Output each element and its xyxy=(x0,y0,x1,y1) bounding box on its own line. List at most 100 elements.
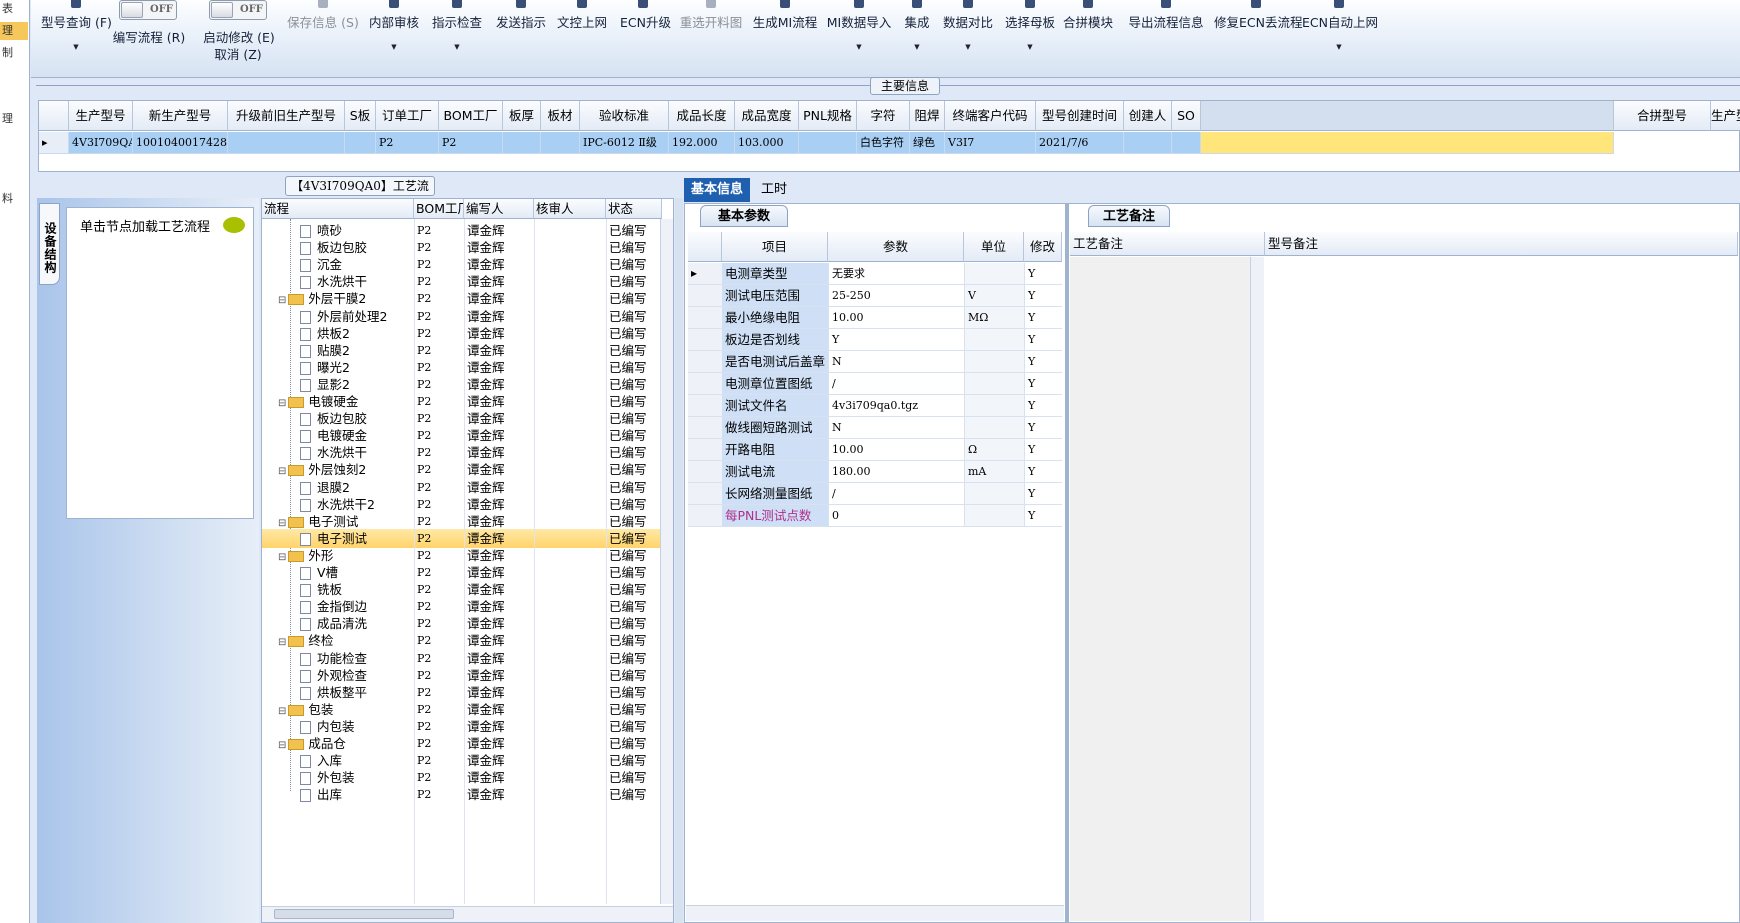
toolbar-button[interactable]: 文控上网 xyxy=(556,0,608,74)
tab-work-hours[interactable]: 工时 xyxy=(754,178,794,202)
toolbar-button[interactable]: 生成MI流程 xyxy=(749,0,821,74)
toolbar-button[interactable]: 选择母板 ▼ xyxy=(1003,0,1057,74)
column-header[interactable]: 成品长度 xyxy=(669,101,735,131)
tree-expander-icon[interactable]: ⊟ xyxy=(278,552,286,563)
flow-vertical-scrollbar[interactable] xyxy=(660,219,673,904)
flow-column-header[interactable]: 流程 xyxy=(262,199,414,219)
column-header[interactable]: BOM工厂 xyxy=(439,101,503,131)
tree-expander-icon[interactable]: ⊟ xyxy=(278,398,286,409)
column-header[interactable]: 生产型号 xyxy=(69,101,133,131)
column-header[interactable]: PNL规格 xyxy=(799,101,857,131)
param-row[interactable]: 开路电阻 10.00 Ω Y xyxy=(688,439,1062,461)
table-cell[interactable] xyxy=(799,132,857,153)
table-cell[interactable] xyxy=(503,132,541,153)
start-modify-label[interactable]: 启动修改 (E) xyxy=(197,27,281,45)
toolbar-button[interactable]: MI数据导入 ▼ xyxy=(826,0,892,74)
param-row[interactable]: 测试电压范围 25-250 V Y xyxy=(688,285,1062,307)
column-header[interactable]: S板 xyxy=(345,101,376,131)
tab-equipment-structure[interactable]: 设备结构 xyxy=(39,203,60,285)
column-header[interactable]: 合拼型号 xyxy=(1614,101,1711,131)
table-cell[interactable]: P2 xyxy=(439,132,503,153)
table-cell[interactable]: 10010400174284 xyxy=(133,132,228,153)
param-row[interactable]: 最小绝缘电阻 10.00 MΩ Y xyxy=(688,307,1062,329)
column-header[interactable]: 验收标准 xyxy=(580,101,669,131)
left-nav-item[interactable]: 制 xyxy=(0,44,28,62)
flow-column-header[interactable]: 编写人 xyxy=(464,199,534,219)
tab-basic-params[interactable]: 基本参数 xyxy=(700,205,788,227)
param-row[interactable]: 是否电测试后盖章 N Y xyxy=(688,351,1062,373)
flow-column-header[interactable]: 状态 xyxy=(606,199,662,219)
column-header[interactable]: 板厚 xyxy=(503,101,541,131)
param-value[interactable]: N xyxy=(828,351,964,372)
toolbar-button[interactable]: 合拼模块 xyxy=(1061,0,1115,74)
column-header[interactable]: 生产型号 xyxy=(1711,101,1740,131)
param-value[interactable]: 10.00 xyxy=(828,307,964,328)
param-row[interactable]: 测试文件名 4v3i709qa0.tgz Y xyxy=(688,395,1062,417)
table-cell[interactable] xyxy=(541,132,580,153)
param-value[interactable]: Y xyxy=(828,329,964,350)
tree-expander-icon[interactable]: ⊟ xyxy=(278,518,286,529)
param-row[interactable]: 板边是否划线 Y Y xyxy=(688,329,1062,351)
chevron-down-icon[interactable]: ▼ xyxy=(902,43,932,51)
param-value[interactable]: 25-250 xyxy=(828,285,964,306)
param-row[interactable]: ▸ 电测章类型 无要求 Y xyxy=(688,263,1062,285)
chevron-down-icon[interactable]: ▼ xyxy=(430,43,484,51)
tree-expander-icon[interactable]: ⊟ xyxy=(278,637,286,648)
param-column-header[interactable]: 参数 xyxy=(828,232,964,262)
column-header[interactable]: SO xyxy=(1172,101,1201,131)
param-value[interactable]: 4v3i709qa0.tgz xyxy=(828,395,964,416)
param-value[interactable]: / xyxy=(828,373,964,394)
table-cell[interactable]: 103.000 xyxy=(735,132,799,153)
tab-process-notes[interactable]: 工艺备注 xyxy=(1088,205,1170,227)
tree-expander-icon[interactable]: ⊟ xyxy=(278,706,286,717)
table-cell[interactable] xyxy=(1124,132,1172,153)
scroll-thumb[interactable] xyxy=(274,909,454,919)
left-nav-item[interactable]: 理 xyxy=(0,110,28,128)
toolbar-button[interactable]: 集成 ▼ xyxy=(902,0,932,74)
param-row[interactable]: 做线圈短路测试 N Y xyxy=(688,417,1062,439)
start-modify-toggle[interactable]: OFF xyxy=(209,0,267,20)
toolbar-button[interactable]: 数据对比 ▼ xyxy=(941,0,995,74)
edit-flow-label[interactable]: 编写流程 (R) xyxy=(107,27,191,45)
cancel-button[interactable]: 取消 (Z) xyxy=(203,44,273,62)
table-cell[interactable]: 192.000 xyxy=(669,132,735,153)
tree-expander-icon[interactable]: ⊟ xyxy=(278,466,286,477)
flow-column-header[interactable]: 核审人 xyxy=(534,199,606,219)
column-header[interactable]: 订单工厂 xyxy=(376,101,439,131)
table-cell[interactable]: 白色字符 xyxy=(857,132,910,153)
param-value[interactable]: 180.00 xyxy=(828,461,964,482)
chevron-down-icon[interactable]: ▼ xyxy=(41,43,111,51)
table-cell[interactable]: 绿色 xyxy=(910,132,945,153)
flow-column-header[interactable]: BOM工厂 xyxy=(414,199,464,219)
param-row[interactable]: 每PNL测试点数 0 Y xyxy=(688,505,1062,527)
toolbar-button[interactable]: 导出流程信息 xyxy=(1127,0,1205,74)
table-cell[interactable]: P2 xyxy=(376,132,439,153)
column-header[interactable]: 型号创建时间 xyxy=(1036,101,1124,131)
param-column-header[interactable]: 项目 xyxy=(722,232,828,262)
load-flow-hint-box[interactable]: 单击节点加载工艺流程 xyxy=(66,207,254,519)
table-cell[interactable] xyxy=(1172,132,1201,153)
toolbar-button[interactable]: 内部审核 ▼ xyxy=(367,0,421,74)
column-header[interactable]: 板材 xyxy=(541,101,580,131)
toolbar-button[interactable]: ECN自动上网 ▼ xyxy=(1302,0,1378,74)
splitter-handle[interactable] xyxy=(675,198,683,923)
column-header[interactable]: 成品宽度 xyxy=(735,101,799,131)
table-cell[interactable] xyxy=(345,132,376,153)
table-cell[interactable]: 4V3I709QA0 xyxy=(69,132,133,153)
param-value[interactable]: 无要求 xyxy=(828,263,964,284)
column-header[interactable]: 阻焊 xyxy=(910,101,945,131)
toolbar-button[interactable]: 修复ECN丢流程 xyxy=(1214,0,1302,74)
param-value[interactable]: N xyxy=(828,417,964,438)
left-nav-item[interactable]: 表 xyxy=(0,0,28,18)
left-nav-item[interactable]: 理 xyxy=(0,22,28,40)
table-cell[interactable]: IPC-6012 Ⅱ级 xyxy=(580,132,669,153)
notes-column-header[interactable]: 型号备注 xyxy=(1265,232,1738,256)
param-value[interactable]: / xyxy=(828,483,964,504)
toolbar-button[interactable]: 指示检查 ▼ xyxy=(430,0,484,74)
edit-flow-toggle[interactable]: OFF xyxy=(119,0,177,20)
param-value[interactable]: 10.00 xyxy=(828,439,964,460)
toolbar-button[interactable]: 发送指示 xyxy=(494,0,548,74)
tab-basic-info[interactable]: 基本信息 xyxy=(684,178,751,202)
left-nav-item[interactable]: 料 xyxy=(0,190,28,208)
param-row[interactable]: 长网络测量图纸 / Y xyxy=(688,483,1062,505)
